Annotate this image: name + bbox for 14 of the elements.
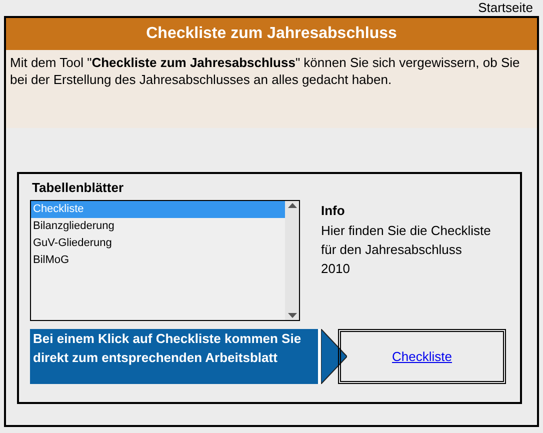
scroll-up-icon[interactable] [288, 203, 296, 208]
list-item[interactable]: Bilanzgliederung [31, 218, 285, 235]
info-title: Info [321, 202, 346, 220]
info-text: Hier finden Sie die Checkliste für den Jahresabschluss 2010 [321, 222, 491, 278]
scroll-down-icon[interactable] [288, 313, 296, 318]
page-title: Checkliste zum Jahresabschluss [6, 18, 537, 50]
arrow-icon [321, 329, 347, 384]
page-link[interactable]: Startseite [478, 0, 533, 16]
list-title: Tabellenblätter [32, 180, 125, 196]
intro-text: Mit dem Tool "Checkliste zum Jahresabschluss" können Sie sich vergewissern, ob Sie bei der Erstellung des Jahresabschlusses an alles gedacht haben. [10, 54, 521, 88]
list-item[interactable]: BilMoG [31, 252, 285, 269]
scrollbar[interactable] [285, 201, 299, 320]
list-item[interactable]: GuV-Gliederung [31, 235, 285, 252]
checkliste-link[interactable]: Checkliste [338, 329, 506, 384]
